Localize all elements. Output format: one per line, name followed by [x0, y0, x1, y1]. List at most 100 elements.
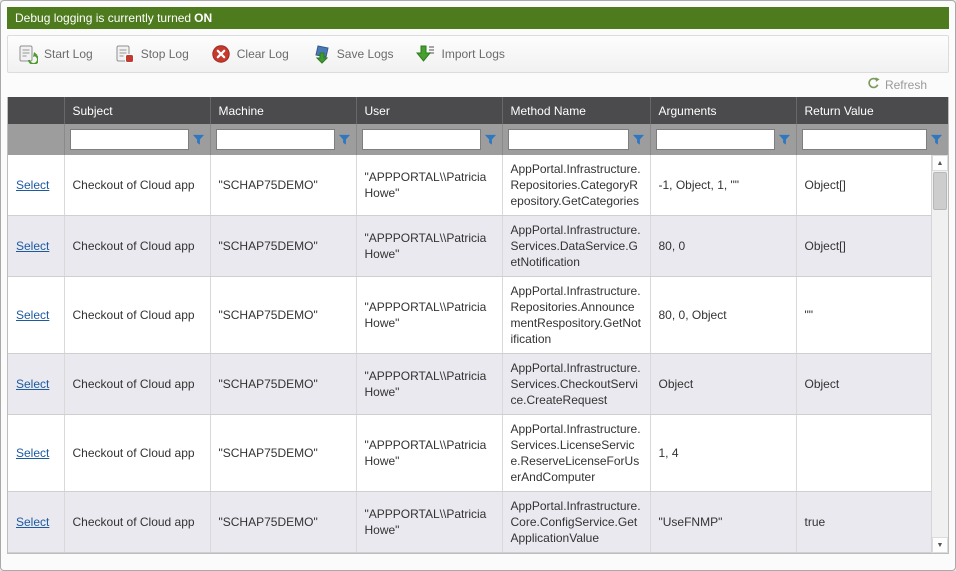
refresh-row: Refresh	[7, 73, 949, 97]
filter-input-subject[interactable]	[70, 129, 189, 150]
clear-log-button[interactable]: Clear Log	[211, 44, 289, 64]
cell-return-value: Object	[796, 354, 948, 415]
cell-user: "APPPORTAL\\PatriciaHowe"	[356, 216, 502, 277]
col-header-return-value: Return Value	[796, 97, 948, 124]
cell-machine: "SCHAP75DEMO"	[210, 216, 356, 277]
banner-text: Debug logging is currently turned	[15, 11, 191, 25]
filter-row	[8, 124, 948, 155]
filter-funnel-icon[interactable]	[484, 133, 497, 146]
debug-log-window: Debug logging is currently turned ON Sta…	[0, 0, 956, 571]
cell-arguments: 80, 0	[650, 216, 796, 277]
cell-subject: Checkout of Cloud app	[64, 415, 210, 492]
cell-method-name: AppPortal.Infrastructure.Services.Checko…	[502, 354, 650, 415]
col-header-machine: Machine	[210, 97, 356, 124]
select-link[interactable]: Select	[16, 178, 49, 192]
toolbar: Start Log Stop Log Clear Log	[7, 35, 949, 73]
filter-funnel-icon[interactable]	[192, 133, 205, 146]
cell-user: "APPPORTAL\\PatriciaHowe"	[356, 492, 502, 553]
filter-funnel-icon[interactable]	[632, 133, 645, 146]
cell-arguments: 1, 4	[650, 415, 796, 492]
cell-user: "APPPORTAL\\PatriciaHowe"	[356, 277, 502, 354]
import-logs-button[interactable]: Import Logs	[416, 44, 505, 64]
refresh-button[interactable]: Refresh	[867, 77, 927, 93]
cell-subject: Checkout of Cloud app	[64, 277, 210, 354]
start-log-label: Start Log	[44, 47, 93, 61]
scroll-down-button[interactable]: ▼	[932, 537, 948, 553]
filter-funnel-icon[interactable]	[778, 133, 791, 146]
select-link[interactable]: Select	[16, 515, 49, 529]
filter-funnel-icon[interactable]	[930, 133, 943, 146]
table-row: Select Checkout of Cloud app "SCHAP75DEM…	[8, 216, 948, 277]
scrollbar-thumb[interactable]	[933, 172, 947, 210]
table-row: Select Checkout of Cloud app "SCHAP75DEM…	[8, 155, 948, 216]
cell-method-name: AppPortal.Infrastructure.Services.Licens…	[502, 415, 650, 492]
cell-return-value: Object[]	[796, 216, 948, 277]
cell-arguments: -1, Object, 1, ""	[650, 155, 796, 216]
start-log-button[interactable]: Start Log	[18, 44, 93, 64]
col-header-user: User	[356, 97, 502, 124]
cell-return-value: ""	[796, 277, 948, 354]
select-link[interactable]: Select	[16, 308, 49, 322]
cell-machine: "SCHAP75DEMO"	[210, 277, 356, 354]
refresh-icon	[867, 77, 880, 93]
filter-cell-empty	[8, 124, 64, 155]
log-grid: Subject Machine User Method Name Argumen…	[7, 97, 949, 554]
scroll-up-button[interactable]: ▲	[932, 155, 948, 171]
save-logs-label: Save Logs	[337, 47, 394, 61]
stop-log-label: Stop Log	[141, 47, 189, 61]
cell-arguments: Object	[650, 354, 796, 415]
cell-method-name: AppPortal.Infrastructure.Repositories.Ca…	[502, 155, 650, 216]
banner-state: ON	[194, 11, 212, 25]
col-header-method-name: Method Name	[502, 97, 650, 124]
save-logs-icon	[311, 44, 331, 64]
col-header-subject: Subject	[64, 97, 210, 124]
clear-log-icon	[211, 44, 231, 64]
stop-log-icon	[115, 44, 135, 64]
cell-arguments: "UseFNMP"	[650, 492, 796, 553]
filter-input-user[interactable]	[362, 129, 481, 150]
vertical-scrollbar[interactable]: ▲ ▼	[931, 155, 948, 553]
cell-method-name: AppPortal.Infrastructure.Services.DataSe…	[502, 216, 650, 277]
cell-return-value: true	[796, 492, 948, 553]
stop-log-button[interactable]: Stop Log	[115, 44, 189, 64]
save-logs-button[interactable]: Save Logs	[311, 44, 394, 64]
filter-input-method-name[interactable]	[508, 129, 629, 150]
select-link[interactable]: Select	[16, 446, 49, 460]
col-header-select	[8, 97, 64, 124]
cell-return-value	[796, 415, 948, 492]
table-row: Select Checkout of Cloud app "SCHAP75DEM…	[8, 492, 948, 553]
clear-log-label: Clear Log	[237, 47, 289, 61]
import-logs-icon	[416, 44, 436, 64]
filter-funnel-icon[interactable]	[338, 133, 351, 146]
select-link[interactable]: Select	[16, 239, 49, 253]
cell-subject: Checkout of Cloud app	[64, 216, 210, 277]
cell-subject: Checkout of Cloud app	[64, 354, 210, 415]
scrollbar-track[interactable]	[932, 171, 948, 537]
col-header-arguments: Arguments	[650, 97, 796, 124]
refresh-label: Refresh	[885, 78, 927, 92]
log-table: Subject Machine User Method Name Argumen…	[8, 97, 948, 553]
filter-input-return-value[interactable]	[802, 129, 928, 150]
cell-machine: "SCHAP75DEMO"	[210, 415, 356, 492]
table-row: Select Checkout of Cloud app "SCHAP75DEM…	[8, 354, 948, 415]
cell-return-value: Object[]	[796, 155, 948, 216]
cell-method-name: AppPortal.Infrastructure.Repositories.An…	[502, 277, 650, 354]
cell-user: "APPPORTAL\\PatriciaHowe"	[356, 354, 502, 415]
debug-status-banner: Debug logging is currently turned ON	[7, 7, 949, 29]
cell-machine: "SCHAP75DEMO"	[210, 492, 356, 553]
cell-user: "APPPORTAL\\PatriciaHowe"	[356, 415, 502, 492]
cell-machine: "SCHAP75DEMO"	[210, 155, 356, 216]
header-row: Subject Machine User Method Name Argumen…	[8, 97, 948, 124]
filter-input-machine[interactable]	[216, 129, 335, 150]
start-log-icon	[18, 44, 38, 64]
table-row: Select Checkout of Cloud app "SCHAP75DEM…	[8, 277, 948, 354]
cell-method-name: AppPortal.Infrastructure.Core.ConfigServ…	[502, 492, 650, 553]
cell-subject: Checkout of Cloud app	[64, 492, 210, 553]
import-logs-label: Import Logs	[442, 47, 505, 61]
cell-arguments: 80, 0, Object	[650, 277, 796, 354]
table-row: Select Checkout of Cloud app "SCHAP75DEM…	[8, 415, 948, 492]
filter-input-arguments[interactable]	[656, 129, 775, 150]
cell-machine: "SCHAP75DEMO"	[210, 354, 356, 415]
select-link[interactable]: Select	[16, 377, 49, 391]
cell-user: "APPPORTAL\\PatriciaHowe"	[356, 155, 502, 216]
